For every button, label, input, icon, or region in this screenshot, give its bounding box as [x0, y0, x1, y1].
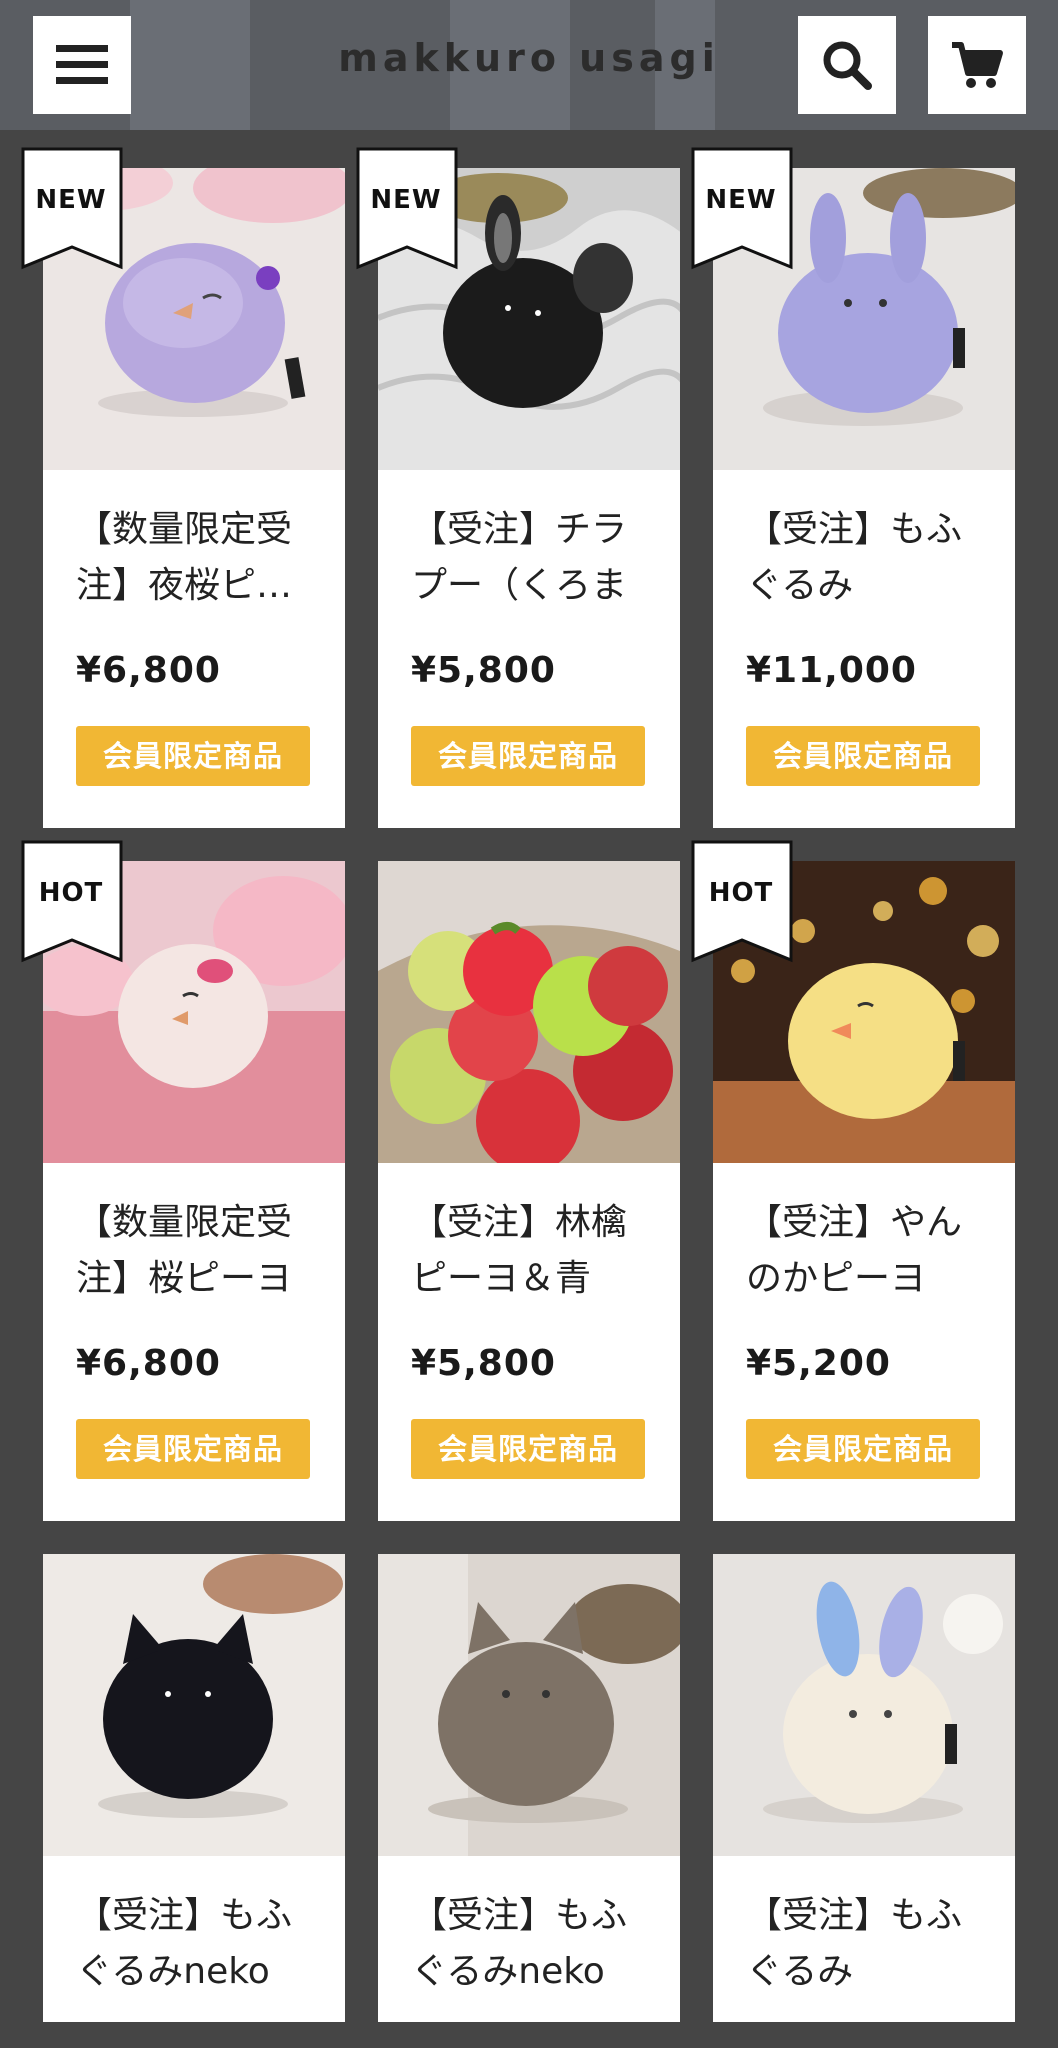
- new-badge: NEW: [21, 147, 125, 271]
- product-price: ¥5,200: [746, 1343, 891, 1384]
- member-only-label: 会員限定商品: [411, 1419, 645, 1479]
- member-only-label: 会員限定商品: [76, 1419, 310, 1479]
- hot-badge: HOT: [21, 840, 125, 964]
- member-only-label: 会員限定商品: [746, 1419, 980, 1479]
- site-header: makkuro usagi: [0, 0, 1058, 130]
- site-logo[interactable]: makkuro usagi: [0, 36, 1058, 80]
- product-title[interactable]: 【数量限定受注】桜ピーヨ: [76, 1195, 317, 1307]
- product-title[interactable]: 【受注】もふぐるみnekoサ…: [76, 1888, 317, 2000]
- member-only-label: 会員限定商品: [746, 726, 980, 786]
- cart-icon: [952, 42, 1003, 88]
- product-price: ¥6,800: [76, 650, 221, 691]
- product-title[interactable]: 【受注】もふぐるみmeme…: [746, 1888, 987, 2000]
- product-image[interactable]: [378, 1554, 680, 1856]
- hot-badge: HOT: [691, 840, 795, 964]
- product-title[interactable]: 【受注】チラプー（くろまめ）: [411, 502, 652, 614]
- product-title[interactable]: 【受注】やんのかピーヨ: [746, 1195, 987, 1307]
- product-card[interactable]: 【受注】もふぐるみnekoサ…: [378, 1554, 680, 2022]
- product-price: ¥11,000: [746, 650, 917, 691]
- product-image[interactable]: [378, 861, 680, 1163]
- product-price: ¥5,800: [411, 650, 556, 691]
- product-card[interactable]: 【受注】もふぐるみnekoサ…: [43, 1554, 345, 2022]
- badge-label: NEW: [705, 185, 777, 215]
- product-title[interactable]: 【受注】林檎ピーヨ＆青林…: [411, 1195, 652, 1307]
- product-price: ¥6,800: [76, 1343, 221, 1384]
- product-title[interactable]: 【受注】もふぐるみmeme…: [746, 502, 987, 614]
- product-image[interactable]: [43, 1554, 345, 1856]
- badge-label: NEW: [370, 185, 442, 215]
- cart-button[interactable]: [928, 16, 1026, 114]
- search-button[interactable]: [798, 16, 896, 114]
- new-badge: NEW: [691, 147, 795, 271]
- member-only-label: 会員限定商品: [411, 726, 645, 786]
- new-badge: NEW: [356, 147, 460, 271]
- product-image[interactable]: [713, 1554, 1015, 1856]
- badge-label: HOT: [708, 878, 774, 908]
- page-bottom-edge: [0, 2022, 1058, 2048]
- badge-label: NEW: [35, 185, 107, 215]
- product-price: ¥5,800: [411, 1343, 556, 1384]
- search-icon: [823, 41, 872, 90]
- product-title[interactable]: 【数量限定受注】夜桜ピ…: [76, 502, 317, 614]
- product-card[interactable]: 【受注】林檎ピーヨ＆青林… ¥5,800 会員限定商品: [378, 861, 680, 1521]
- member-only-label: 会員限定商品: [76, 726, 310, 786]
- badge-label: HOT: [38, 878, 104, 908]
- product-title[interactable]: 【受注】もふぐるみnekoサ…: [411, 1888, 652, 2000]
- product-card[interactable]: 【受注】もふぐるみmeme…: [713, 1554, 1015, 2022]
